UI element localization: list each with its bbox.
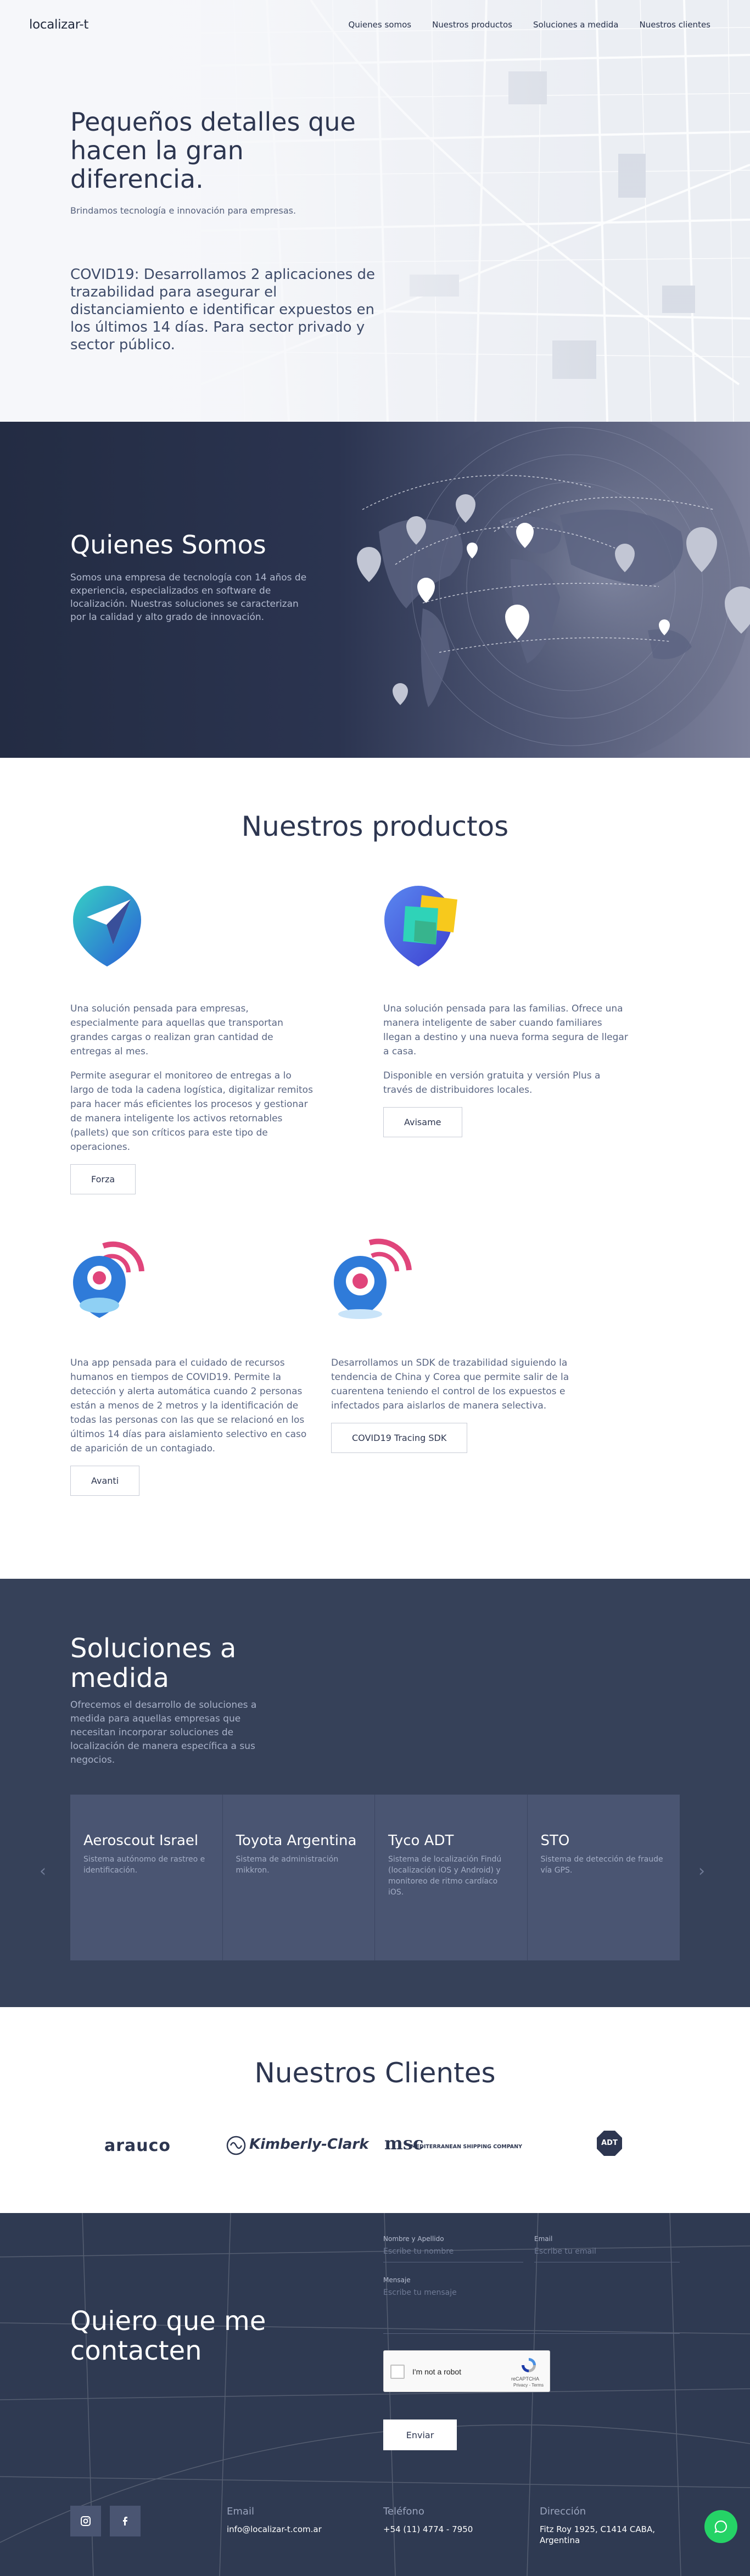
- kimberly-clark-wordmark: Kimberly-Clark: [249, 2136, 369, 2153]
- chevron-right-icon[interactable]: ›: [698, 1862, 705, 1881]
- footer-phone: Teléfono +54 (11) 4774 - 7950: [383, 2506, 515, 2535]
- nav-link-clientes[interactable]: Nuestros clientes: [640, 20, 711, 30]
- solution-card-text: Sistema de localización Findú (localizac…: [388, 1855, 502, 1897]
- footer-phone-value[interactable]: +54 (11) 4774 - 7950: [383, 2524, 515, 2535]
- product-avisame: Una solución pensada para las familias. …: [383, 884, 630, 1137]
- forza-desc-2: Permite asegurar el monitoreo de entrega…: [70, 1070, 313, 1153]
- products-title: Nuestros productos: [241, 811, 509, 842]
- product-avanti: Una app pensada para el cuidado de recur…: [70, 1238, 317, 1496]
- contact-title: Quiero que me contacten: [70, 2306, 266, 2366]
- footer-email-heading: Email: [227, 2506, 254, 2517]
- message-input[interactable]: Escribe tu mensaje: [383, 2288, 680, 2297]
- client-logo-kimberly-clark: Kimberly-Clark: [226, 2134, 369, 2156]
- kimberly-clark-emblem-icon: [226, 2136, 246, 2155]
- hero-title: Pequeños detalles que hacen la gran dife…: [70, 107, 356, 194]
- nav-link-soluciones[interactable]: Soluciones a medida: [533, 20, 619, 30]
- message-field[interactable]: Mensaje Escribe tu mensaje: [383, 2276, 680, 2334]
- solution-card-aeroscout[interactable]: Aeroscout Israel Sistema autónomo de ras…: [70, 1795, 223, 1960]
- avanti-button[interactable]: Avanti: [70, 1466, 140, 1496]
- avanti-desc: Una app pensada para el cuidado de recur…: [70, 1357, 307, 1454]
- avisame-desc-1: Una solución pensada para las familias. …: [383, 1003, 628, 1057]
- email-input[interactable]: Escribe tu email: [534, 2247, 680, 2256]
- site-logo[interactable]: localizar-t: [29, 18, 88, 32]
- recaptcha-logo-icon: [522, 2358, 536, 2372]
- chevron-left-icon[interactable]: ‹: [40, 1862, 46, 1881]
- recaptcha-checkbox[interactable]: [390, 2365, 405, 2379]
- footer-address-value: Fitz Roy 1925, C1414 CABA, Argentina: [540, 2524, 655, 2545]
- msc-caption: MEDITERRANEAN SHIPPING COMPANY: [411, 2144, 522, 2150]
- client-logo-msc: msc MEDITERRANEAN SHIPPING COMPANY: [384, 2133, 527, 2157]
- solution-card-toyota[interactable]: Toyota Argentina Sistema de administraci…: [222, 1795, 375, 1960]
- world-map-pins-illustration: [357, 422, 750, 758]
- product-covid-sdk: Desarrollamos un SDK de trazabilidad sig…: [331, 1238, 578, 1453]
- avisame-button[interactable]: Avisame: [383, 1107, 462, 1137]
- footer-phone-heading: Teléfono: [383, 2506, 424, 2517]
- name-input[interactable]: Escribe tu nombre: [383, 2247, 523, 2256]
- contact-section: Quiero que me contacten Nombre y Apellid…: [0, 2213, 750, 2576]
- forza-desc-1: Una solución pensada para empresas, espe…: [70, 1003, 283, 1057]
- solution-card-tyco[interactable]: Tyco ADT Sistema de localización Findú (…: [375, 1795, 528, 1960]
- client-logo-adt: ADT: [596, 2130, 623, 2157]
- nav-link-productos[interactable]: Nuestros productos: [432, 20, 512, 30]
- footer-address-heading: Dirección: [540, 2506, 586, 2517]
- email-label: Email: [534, 2235, 553, 2243]
- client-logo-arauco: arauco: [104, 2136, 171, 2155]
- solution-card-title: STO: [540, 1832, 570, 1849]
- footer-address: Dirección Fitz Roy 1925, C1414 CABA, Arg…: [540, 2506, 666, 2546]
- about-text: Somos una empresa de tecnología con 14 a…: [70, 572, 307, 623]
- hero-subtitle: Brindamos tecnología e innovación para e…: [70, 205, 296, 216]
- nav-links: Quienes somos Nuestros productos Solucio…: [348, 20, 710, 30]
- avanti-logo-icon: [73, 1241, 144, 1318]
- hero-covid-text: COVID19: Desarrollamos 2 aplicaciones de…: [70, 266, 376, 353]
- recaptcha-links[interactable]: Privacy - Terms: [513, 2383, 544, 2388]
- name-label: Nombre y Apellido: [383, 2235, 444, 2243]
- forza-logo-icon: [73, 885, 141, 966]
- recaptcha-widget: I'm not a robot reCAPTCHA Privacy - Term…: [383, 2350, 550, 2392]
- clients-title: Nuestros Clientes: [254, 2057, 496, 2089]
- solution-card-title: Tyco ADT: [388, 1832, 454, 1849]
- footer-email-value[interactable]: info@localizar-t.com.ar: [227, 2524, 359, 2535]
- msc-wordmark: msc: [384, 2133, 424, 2154]
- instagram-button[interactable]: [70, 2506, 101, 2536]
- products-section: Nuestros productos Una solución pensada …: [0, 758, 750, 1579]
- solutions-carousel: Aeroscout Israel Sistema autónomo de ras…: [70, 1795, 680, 1960]
- solutions-description: Ofrecemos el desarrollo de soluciones a …: [70, 1700, 257, 1765]
- recaptcha-brand: reCAPTCHA: [511, 2376, 540, 2382]
- covid-sdk-button[interactable]: COVID19 Tracing SDK: [331, 1423, 468, 1453]
- about-section: Quienes Somos Somos una empresa de tecno…: [0, 422, 750, 758]
- covid-sdk-logo-icon: [334, 1238, 412, 1319]
- clients-section: Nuestros Clientes arauco Kimberly-Clark …: [0, 2007, 750, 2213]
- facebook-icon: [123, 2517, 127, 2525]
- client-logos: arauco Kimberly-Clark msc MEDITERRANEAN …: [0, 2125, 750, 2164]
- facebook-button[interactable]: [110, 2506, 141, 2536]
- solution-card-text: Sistema autónomo de rastreo e identifica…: [83, 1855, 205, 1875]
- adt-wordmark: ADT: [601, 2139, 618, 2147]
- solutions-title: Soluciones a medida: [70, 1633, 237, 1694]
- about-title: Quienes Somos: [70, 530, 266, 560]
- solution-card-text: Sistema de administración mikkron.: [236, 1855, 339, 1875]
- top-navigation: localizar-t Quienes somos Nuestros produ…: [0, 0, 750, 49]
- avisame-logo-icon: [384, 886, 457, 966]
- name-field[interactable]: Nombre y Apellido Escribe tu nombre: [383, 2235, 523, 2262]
- chat-icon: [714, 2520, 727, 2533]
- solution-card-title: Toyota Argentina: [236, 1832, 357, 1849]
- solution-card-sto[interactable]: STO Sistema de detección de fraude vía G…: [527, 1795, 680, 1960]
- email-field[interactable]: Email Escribe tu email: [534, 2235, 680, 2262]
- solution-card-title: Aeroscout Israel: [83, 1832, 199, 1849]
- recaptcha-label: I'm not a robot: [412, 2367, 462, 2376]
- forza-button[interactable]: Forza: [70, 1164, 136, 1194]
- instagram-icon: [81, 2516, 91, 2526]
- solutions-section: Soluciones a medida Ofrecemos el desarro…: [0, 1579, 750, 2007]
- solution-card-text: Sistema de detección de fraude vía GPS.: [540, 1855, 663, 1875]
- send-button[interactable]: Enviar: [383, 2419, 457, 2450]
- nav-link-quienes-somos[interactable]: Quienes somos: [348, 20, 411, 30]
- avisame-desc-2: Disponible en versión gratuita y versión…: [383, 1070, 601, 1096]
- product-forza: Una solución pensada para empresas, espe…: [70, 884, 317, 1194]
- footer-email: Email info@localizar-t.com.ar: [227, 2506, 359, 2535]
- hero-section: localizar-t Quienes somos Nuestros produ…: [0, 0, 750, 422]
- covid-sdk-desc: Desarrollamos un SDK de trazabilidad sig…: [331, 1357, 569, 1411]
- message-label: Mensaje: [383, 2276, 411, 2284]
- chat-button[interactable]: [704, 2510, 737, 2543]
